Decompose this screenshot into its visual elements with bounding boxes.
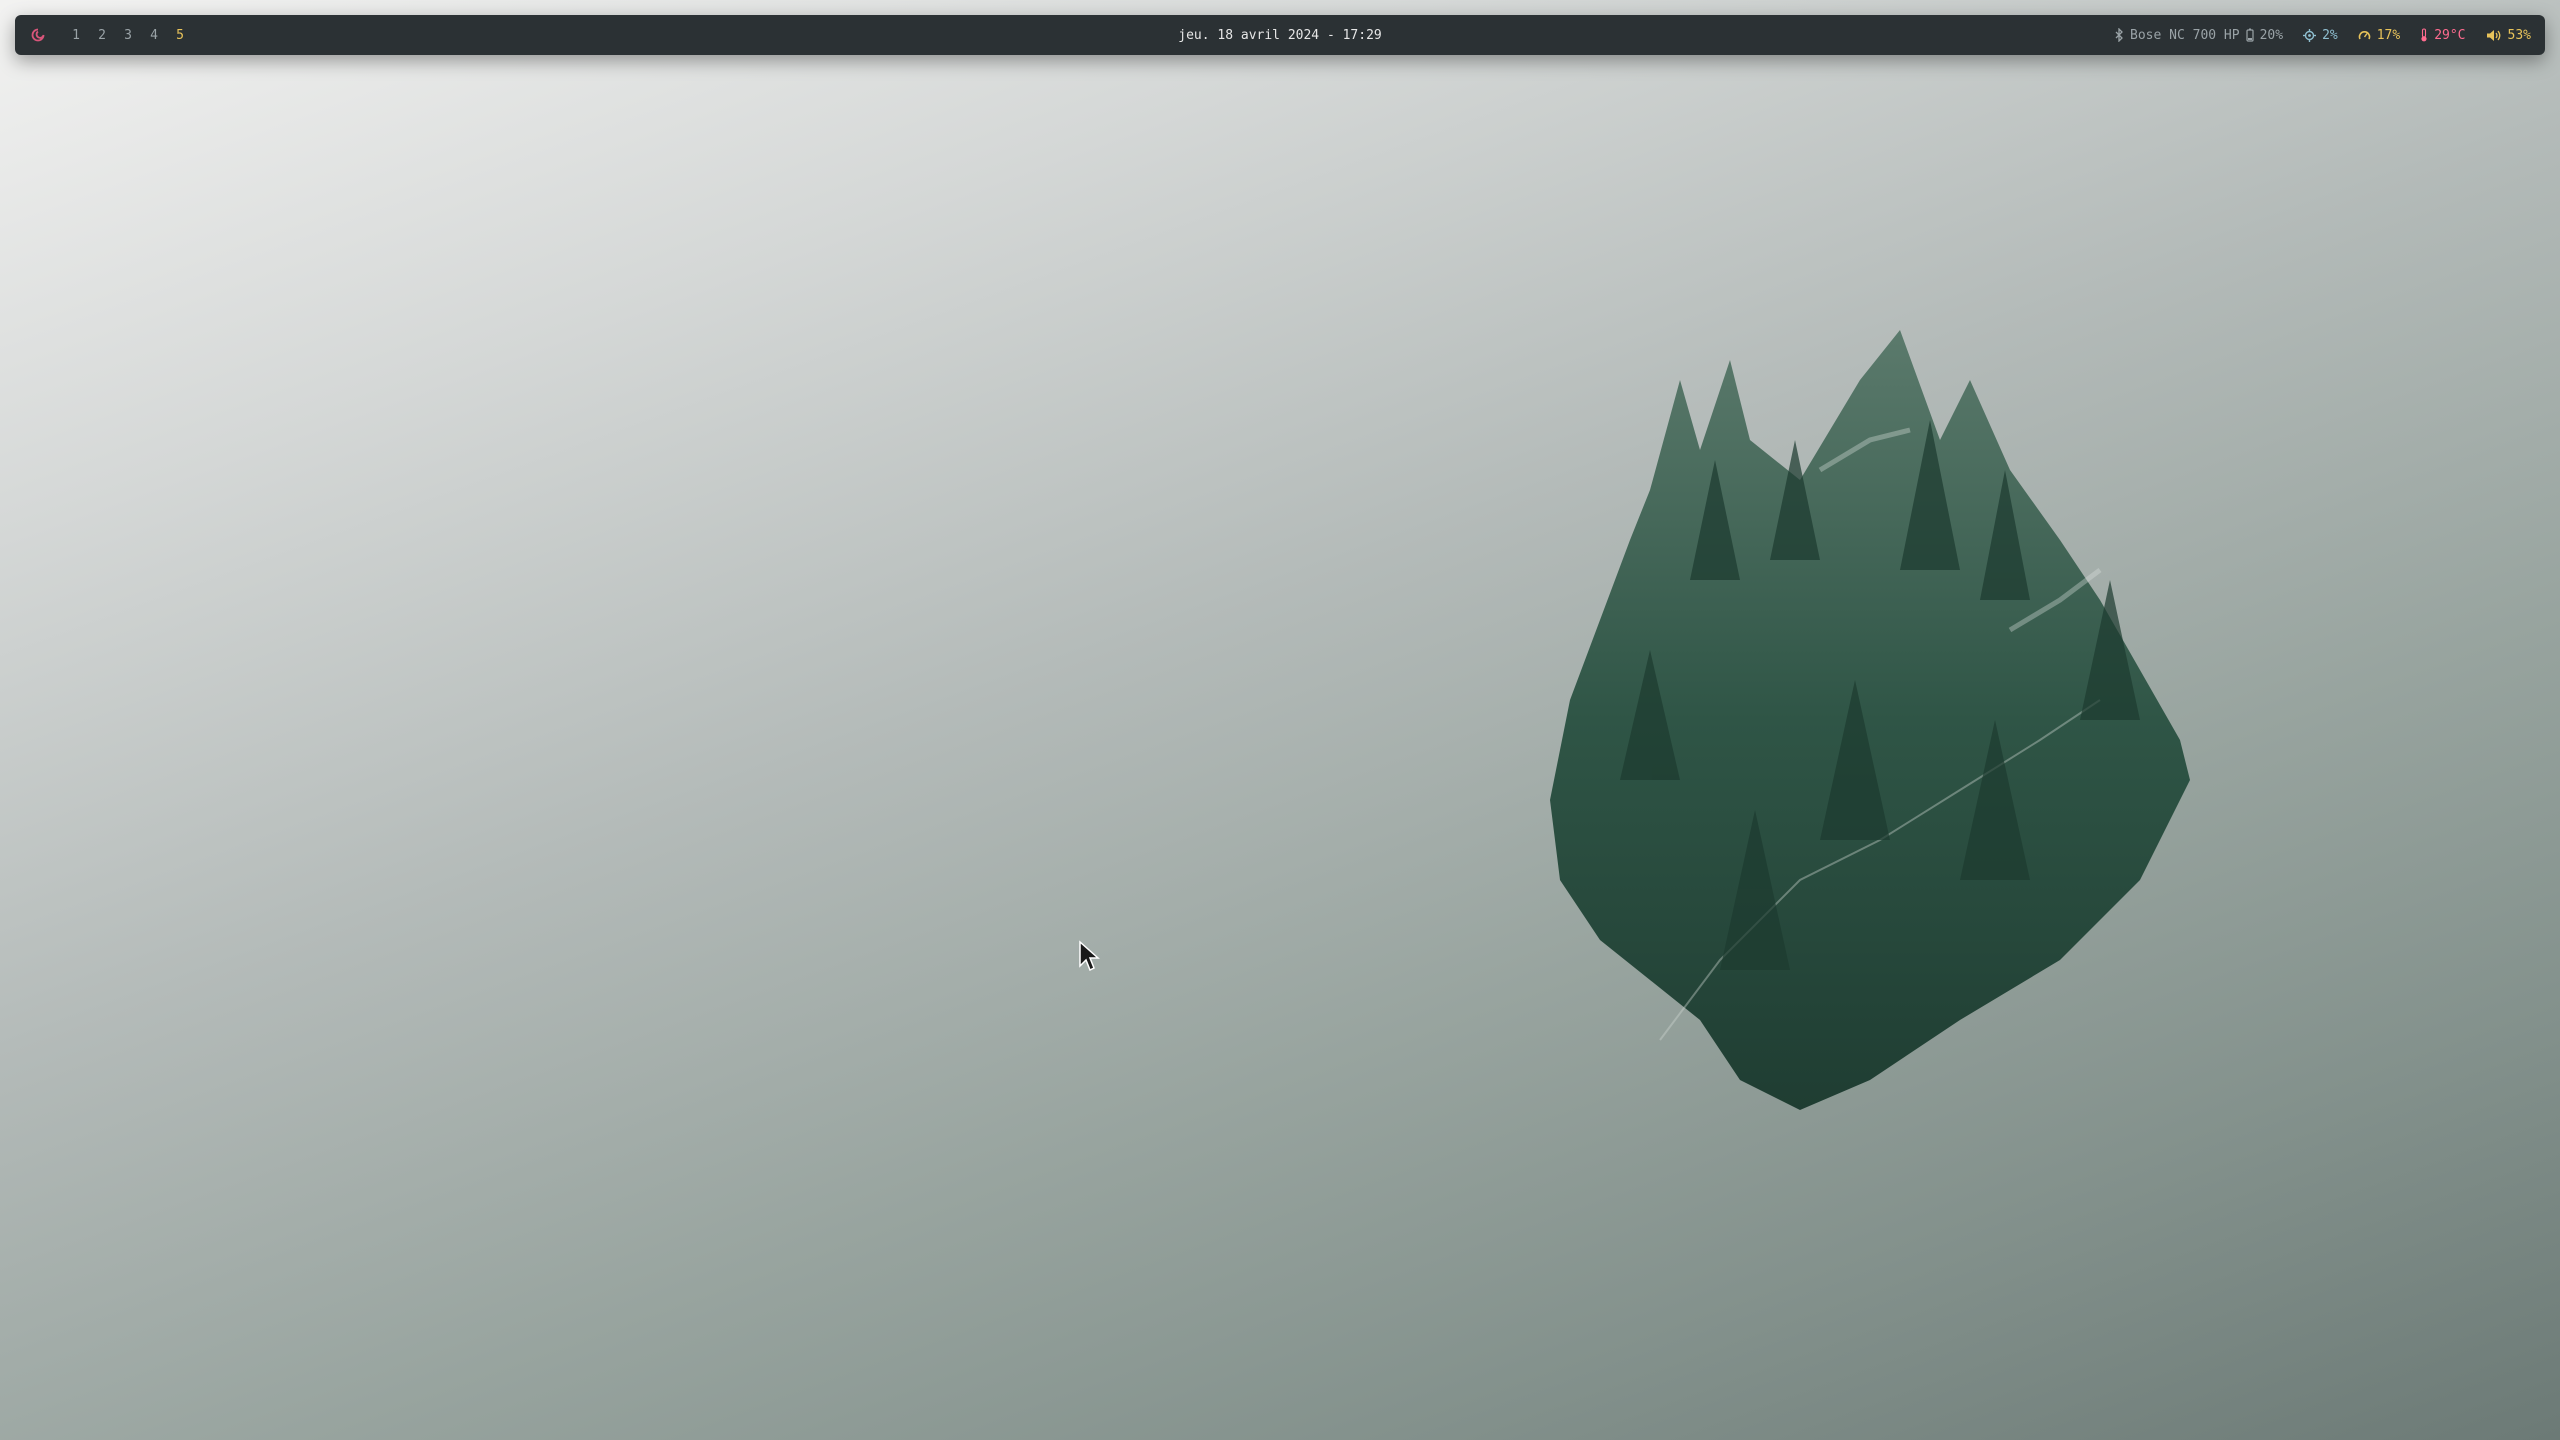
workspace-button-3[interactable]: 3 (115, 28, 141, 43)
debian-swirl-icon[interactable] (29, 26, 47, 44)
desktop-wallpaper (0, 0, 2560, 1440)
bluetooth-battery-value: 20% (2259, 27, 2284, 43)
cpu-module[interactable]: 2% (2303, 28, 2338, 43)
bluetooth-device-name: Bose NC 700 HP (2130, 27, 2240, 43)
battery-icon (2245, 28, 2254, 42)
temperature-module[interactable]: 29°C (2420, 27, 2466, 43)
workspace-button-5[interactable]: 5 (167, 28, 193, 43)
forest-wallpaper-art (1550, 330, 2190, 1110)
workspace-button-2[interactable]: 2 (89, 28, 115, 43)
workspace-button-1[interactable]: 1 (63, 28, 89, 43)
bluetooth-icon (2114, 28, 2124, 42)
speaker-icon (2486, 29, 2502, 42)
clock[interactable]: jeu. 18 avril 2024 - 17:29 (1178, 28, 1382, 43)
mouse-pointer-icon (1079, 940, 1100, 972)
memory-value: 17% (2376, 27, 2401, 43)
temperature-value: 29°C (2434, 27, 2466, 43)
system-tray: Bose NC 700 HP 20% 2% 17% 29°C 53% (2114, 15, 2531, 55)
cpu-icon (2303, 28, 2317, 42)
workspace-area: 1 2 3 4 5 (15, 15, 193, 55)
memory-module[interactable]: 17% (2358, 28, 2400, 43)
thermometer-icon (2420, 28, 2428, 42)
gauge-icon (2358, 29, 2371, 42)
top-status-bar: 1 2 3 4 5 jeu. 18 avril 2024 - 17:29 Bos… (15, 15, 2545, 55)
cpu-value: 2% (2322, 27, 2338, 43)
volume-module[interactable]: 53% (2486, 28, 2531, 43)
workspace-button-4[interactable]: 4 (141, 28, 167, 43)
bluetooth-module[interactable]: Bose NC 700 HP 20% (2114, 28, 2283, 43)
volume-value: 53% (2507, 27, 2531, 43)
